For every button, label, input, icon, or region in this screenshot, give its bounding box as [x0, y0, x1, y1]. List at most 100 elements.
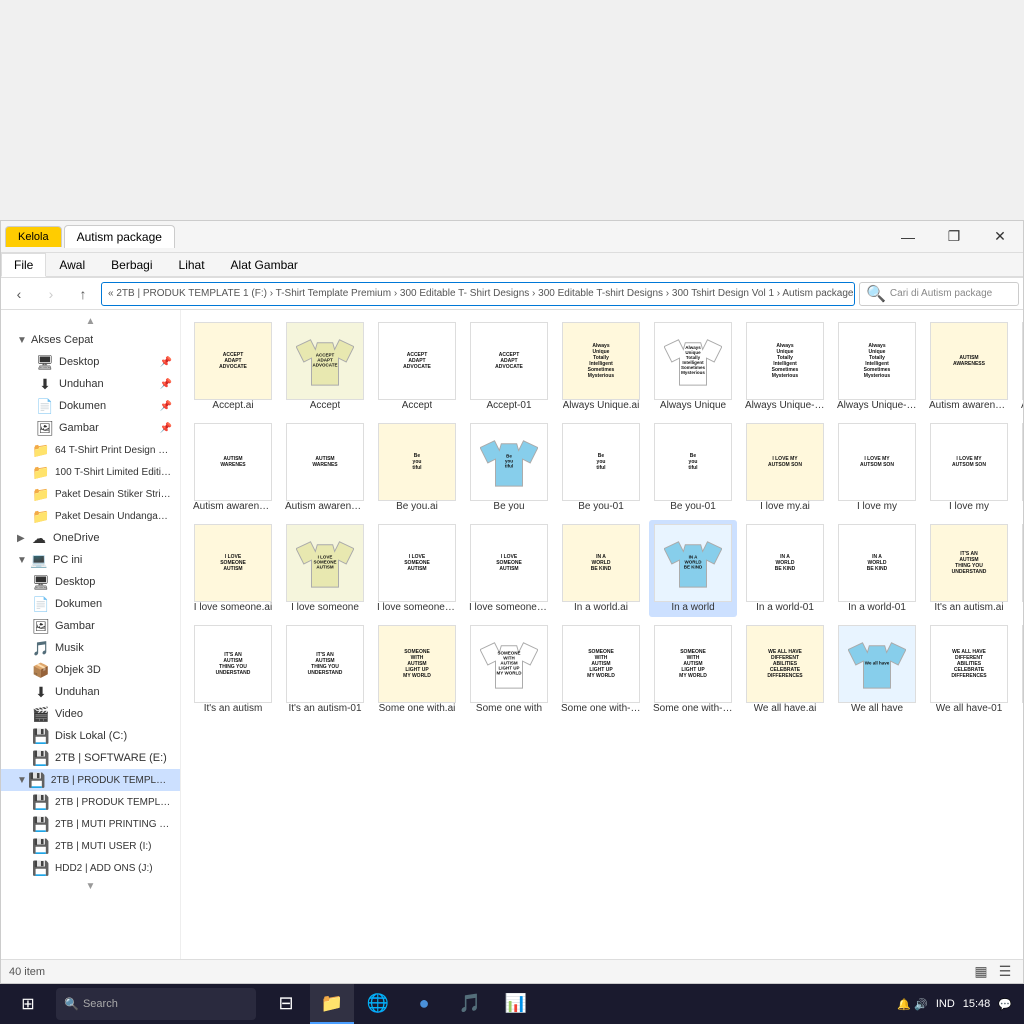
file-item[interactable]: WE ALL HAVEDIFFERENTABILITIESCELEBRATEDI… — [1017, 621, 1023, 718]
file-item[interactable]: IN AWORLDBE KIND In a world-01 — [833, 520, 921, 617]
sidebar-item-folder4[interactable]: 📁 Paket Desain Undangan Support — [1, 505, 180, 527]
sidebar-item-documents[interactable]: 📄 Dokumen 📌 — [1, 395, 180, 417]
ribbon-tab-alat[interactable]: Alat Gambar — [218, 253, 311, 277]
file-item[interactable]: IT'S ANAUTISMTHING YOUUNDERSTAND It's an… — [1017, 520, 1023, 617]
file-item[interactable]: Beyoutiful Be you — [465, 419, 553, 516]
taskbar-lang: IND — [936, 998, 955, 1010]
file-name: Some one with-01 — [561, 703, 641, 714]
file-item[interactable]: AUTISMWARENES Autism awareness-01 — [189, 419, 277, 516]
sidebar-item-drive-c[interactable]: 💾 Disk Lokal (C:) — [1, 725, 180, 747]
up-button[interactable]: ↑ — [69, 280, 97, 308]
file-item[interactable]: IT'S ANAUTISMTHING YOUUNDERSTAND It's an… — [189, 621, 277, 718]
forward-button[interactable]: › — [37, 280, 65, 308]
taskbar-app-media[interactable]: 🎵 — [448, 984, 492, 1024]
file-item[interactable]: SOMEONEWITHAUTISMLIGHT UPMY WORLD Some o… — [649, 621, 737, 718]
sidebar-item-pc-dl[interactable]: ⬇ Unduhan — [1, 681, 180, 703]
file-item[interactable]: I LOVE MYAUTSOM SON I love my.ai — [741, 419, 829, 516]
file-item[interactable]: IN AWORLDBE KIND In a world-01 — [741, 520, 829, 617]
file-item[interactable]: ACCEPTADAPTADVOCATE Accept.ai — [189, 318, 277, 415]
file-item[interactable]: ACCEPTADAPTADVOCATE Accept — [281, 318, 369, 415]
start-button[interactable]: ⊞ — [4, 984, 52, 1024]
file-item[interactable]: WE ALL HAVEDIFFERENTABILITIESCELEBRATEDI… — [925, 621, 1013, 718]
grid-view-button[interactable]: ▦ — [971, 962, 991, 982]
sidebar-item-folder3[interactable]: 📁 Paket Desain Stiker Striping Mot — [1, 483, 180, 505]
sidebar-item-pc-video[interactable]: 🎬 Video — [1, 703, 180, 725]
back-button[interactable]: ‹ — [5, 280, 33, 308]
sidebar-item-pc-music[interactable]: 🎵 Musik — [1, 637, 180, 659]
pc-dl-icon: ⬇ — [33, 684, 49, 700]
ribbon-tab-berbagi[interactable]: Berbagi — [98, 253, 165, 277]
sidebar-item-quick-access[interactable]: ▼ Akses Cepat — [1, 329, 180, 351]
list-view-button[interactable]: ☰ — [995, 962, 1015, 982]
file-grid-wrapper[interactable]: ACCEPTADAPTADVOCATE Accept.ai ACCEPTADAP… — [181, 310, 1023, 959]
file-item[interactable]: SOMEONEWITHAUTISMLIGHT UPMY WORLD Some o… — [465, 621, 553, 718]
file-item[interactable]: IN AWORLDBE KIND In a world.ai — [557, 520, 645, 617]
file-item[interactable]: ACCEPTADAPTADVOCATE Accept-01 — [465, 318, 553, 415]
file-item[interactable]: SOMEONEWITHAUTISMLIGHT UPMY WORLD Some o… — [557, 621, 645, 718]
sidebar-item-drive-e[interactable]: 💾 2TB | SOFTWARE (E:) — [1, 747, 180, 769]
sidebar-item-drive-j[interactable]: 💾 HDD2 | ADD ONS (J:) — [1, 857, 180, 879]
file-item[interactable]: I LOVE MYAUTSOM SON I love my — [925, 419, 1013, 516]
file-item[interactable]: I LOVESOMEONEAUTISM I love someone.ai — [189, 520, 277, 617]
sidebar-item-folder1[interactable]: 📁 64 T-Shirt Print Design & Art — [1, 439, 180, 461]
sidebar-item-drive-g[interactable]: 💾 2TB | PRODUK TEMPLATE 2 (G:) — [1, 791, 180, 813]
taskbar-time: 15:48 — [963, 998, 991, 1010]
folder2-icon: 📁 — [33, 464, 49, 480]
pc-desktop-icon: 🖥 — [33, 574, 49, 590]
file-item[interactable]: IN AWORLDBE KIND In a world — [649, 520, 737, 617]
file-item[interactable]: I LOVE MYAUTSOM SON I love my-01 — [1017, 419, 1023, 516]
file-item[interactable]: AUTISMAWARENESS Autism awareness — [1017, 318, 1023, 415]
file-item[interactable]: I LOVE MYAUTSOM SON I love my — [833, 419, 921, 516]
sidebar-item-desktop[interactable]: 🖥 Desktop 📌 — [1, 351, 180, 373]
file-item[interactable]: AlwaysUniqueTotallyIntelligentSometimesM… — [833, 318, 921, 415]
tab-main[interactable]: Autism package — [64, 225, 175, 248]
file-item[interactable]: IT'S ANAUTISMTHING YOUUNDERSTAND It's an… — [925, 520, 1013, 617]
file-item[interactable]: I LOVESOMEONEAUTISM I love someone-01 — [373, 520, 461, 617]
sidebar-item-folder2[interactable]: 📁 100 T-Shirt Limited Edition Full P — [1, 461, 180, 483]
sidebar-item-pictures[interactable]: 🖼 Gambar 📌 — [1, 417, 180, 439]
sidebar-item-drive-i[interactable]: 💾 2TB | MUTI USER (I:) — [1, 835, 180, 857]
sidebar-item-downloads[interactable]: ⬇ Unduhan 📌 — [1, 373, 180, 395]
taskbar-app-excel[interactable]: 📊 — [494, 984, 538, 1024]
file-item[interactable]: AlwaysUniqueTotallyIntelligentSometimesM… — [649, 318, 737, 415]
taskbar-app-chrome[interactable]: ● — [402, 984, 446, 1024]
ribbon-tab-lihat[interactable]: Lihat — [166, 253, 218, 277]
file-item[interactable]: WE ALL HAVEDIFFERENTABILITIESCELEBRATEDI… — [741, 621, 829, 718]
address-path[interactable]: « 2TB | PRODUK TEMPLATE 1 (F:) › T-Shirt… — [101, 282, 855, 306]
file-item[interactable]: AUTISMAWARENESS Autism awareness.ai — [925, 318, 1013, 415]
taskbar-search[interactable]: 🔍 Search — [56, 988, 256, 1020]
tab-kelola[interactable]: Kelola — [5, 226, 62, 247]
sidebar-item-pc-desktop[interactable]: 🖥 Desktop — [1, 571, 180, 593]
file-grid: ACCEPTADAPTADVOCATE Accept.ai ACCEPTADAP… — [181, 310, 1023, 726]
sidebar-item-pc-pics[interactable]: 🖼 Gambar — [1, 615, 180, 637]
taskbar-app-explorer[interactable]: 📁 — [310, 984, 354, 1024]
file-item[interactable]: AlwaysUniqueTotallyIntelligentSometimesM… — [557, 318, 645, 415]
file-item[interactable]: IT'S ANAUTISMTHING YOUUNDERSTAND It's an… — [281, 621, 369, 718]
file-item[interactable]: We all have We all have — [833, 621, 921, 718]
file-item[interactable]: I LOVESOMEONEAUTISM I love someone-01 — [465, 520, 553, 617]
file-item[interactable]: Beyoutiful Be you-01 — [649, 419, 737, 516]
ribbon-tab-file[interactable]: File — [1, 253, 46, 277]
taskbar-app-task[interactable]: ⊟ — [264, 984, 308, 1024]
sidebar-item-pc[interactable]: ▼ 💻 PC ini — [1, 549, 180, 571]
file-item[interactable]: SOMEONEWITHAUTISMLIGHT UPMY WORLD Some o… — [373, 621, 461, 718]
file-item[interactable]: ACCEPTADAPTADVOCATE Accept — [373, 318, 461, 415]
minimize-button[interactable]: — — [885, 221, 931, 253]
file-item[interactable]: AUTISMWARENES Autism awareness-01 — [281, 419, 369, 516]
file-item[interactable]: I LOVESOMEONEAUTISM I love someone — [281, 520, 369, 617]
restore-button[interactable]: ❐ — [931, 221, 977, 253]
file-item[interactable]: Beyoutiful Be you-01 — [557, 419, 645, 516]
notification-icon[interactable]: 💬 — [998, 998, 1012, 1011]
file-item[interactable]: Beyoutiful Be you.ai — [373, 419, 461, 516]
ribbon-tab-awal[interactable]: Awal — [46, 253, 98, 277]
taskbar-app-edge[interactable]: 🌐 — [356, 984, 400, 1024]
search-box[interactable]: 🔍 Cari di Autism package — [859, 282, 1019, 306]
sidebar-item-pc-3d[interactable]: 📦 Objek 3D — [1, 659, 180, 681]
file-item[interactable]: AlwaysUniqueTotallyIntelligentSometimesM… — [741, 318, 829, 415]
sidebar-item-onedrive[interactable]: ▶ ☁ OneDrive — [1, 527, 180, 549]
sidebar-item-pc-docs[interactable]: 📄 Dokumen — [1, 593, 180, 615]
close-button[interactable]: ✕ — [977, 221, 1023, 253]
pc-icon: 💻 — [31, 552, 47, 568]
sidebar-item-drive-h[interactable]: 💾 2TB | MUTI PRINTING (H:) — [1, 813, 180, 835]
sidebar-item-drive-f[interactable]: ▼ 💾 2TB | PRODUK TEMPLATE 1 (F:) — [1, 769, 180, 791]
